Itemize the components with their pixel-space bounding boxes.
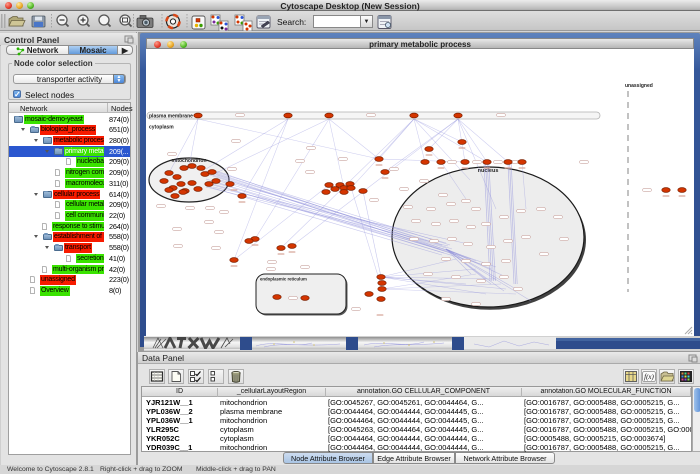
svg-text:cytoplasm: cytoplasm [149, 125, 174, 131]
svg-text:plasma membrane: plasma membrane [149, 114, 193, 120]
svg-text:endoplasmic reticulum: endoplasmic reticulum [260, 277, 307, 282]
svg-text:unassigned: unassigned [625, 83, 653, 89]
svg-text:f(x): f(x) [644, 373, 654, 381]
